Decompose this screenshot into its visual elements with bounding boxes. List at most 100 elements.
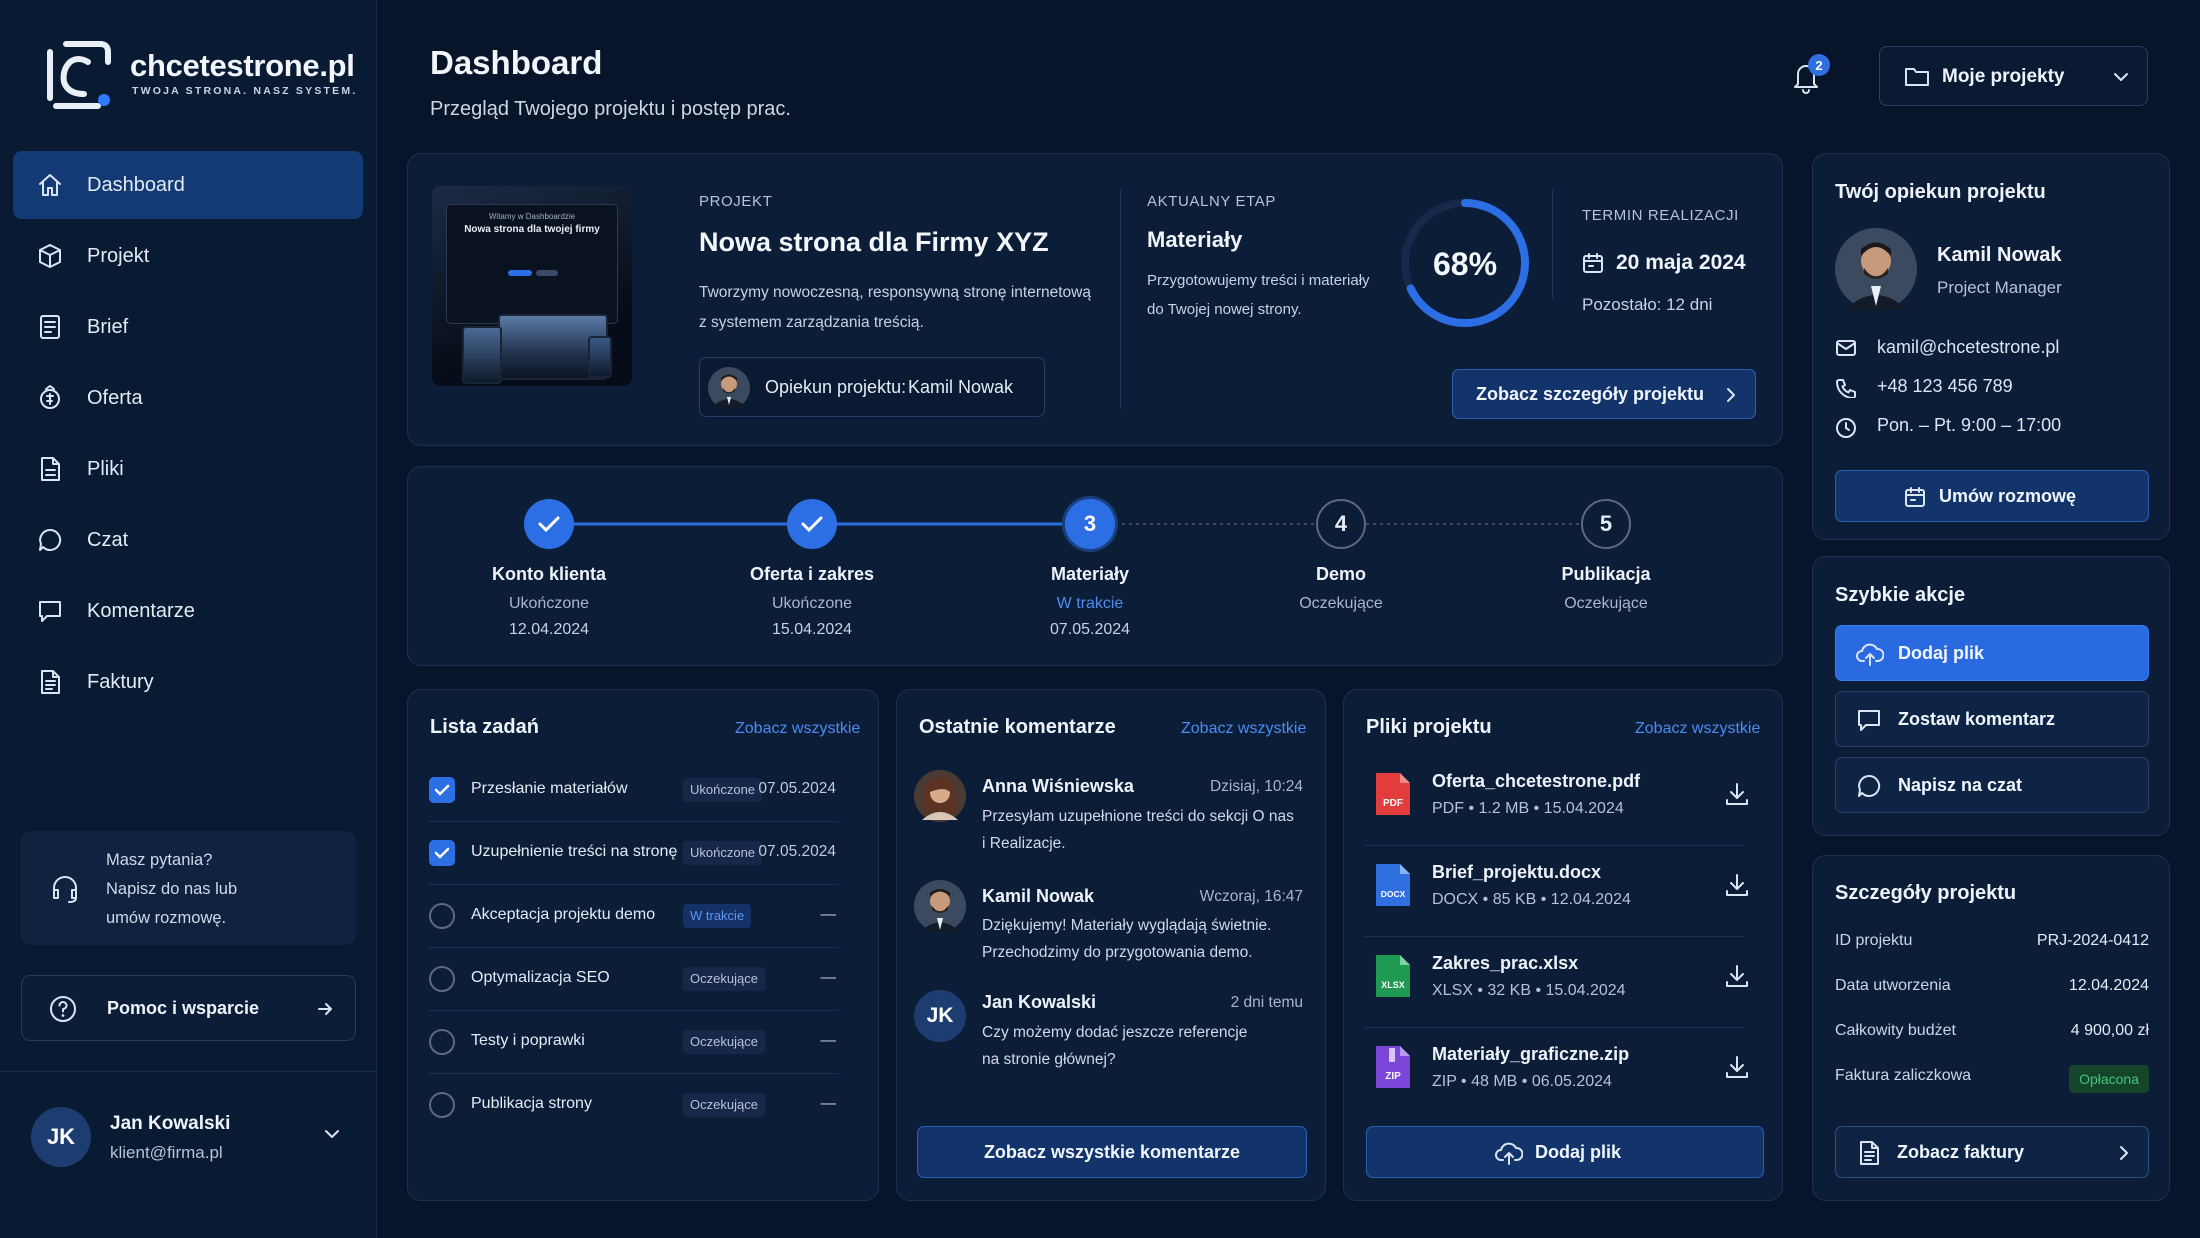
file-row[interactable]: ZIP Materiały_graficzne.zip ZIP • 48 MB … <box>1344 1028 1764 1118</box>
task-status-badge: Ukończone <box>683 841 763 865</box>
brand-tagline: TWOJA STRONA. NASZ SYSTEM. <box>132 85 358 97</box>
sidebar-item-komentarze[interactable]: Komentarze <box>13 577 363 645</box>
task-date: 07.05.2024 <box>758 780 836 797</box>
task-list-card: Lista zadań Zobacz wszystkie Przesłanie … <box>407 689 879 1201</box>
see-all-tasks-link[interactable]: Zobacz wszystkie <box>735 720 860 738</box>
task-name: Akceptacja projektu demo <box>471 906 656 923</box>
task-name: Publikacja strony <box>471 1095 592 1112</box>
file-row[interactable]: DOCX Brief_projektu.docx DOCX • 85 KB • … <box>1344 846 1764 936</box>
task-row[interactable]: Publikacja strony Oczekujące — <box>408 1074 858 1136</box>
deadline-remaining: Pozostało: 12 dni <box>1582 295 1713 314</box>
task-row[interactable]: Przesłanie materiałów Ukończone 07.05.20… <box>408 759 858 821</box>
task-name: Testy i poprawki <box>471 1032 585 1049</box>
sidebar-item-dashboard[interactable]: Dashboard <box>13 151 363 219</box>
step-status: Oczekujące <box>1299 595 1383 612</box>
sidebar-item-projekt[interactable]: Projekt <box>13 222 363 290</box>
avatar <box>708 367 750 409</box>
sidebar-item-oferta[interactable]: Oferta <box>13 364 363 432</box>
file-meta: ZIP • 48 MB • 06.05.2024 <box>1432 1073 1612 1090</box>
progress-stepper: Konto klienta Ukończone 12.04.2024 Ofert… <box>407 466 1783 666</box>
quick-actions-card: Szybkie akcje Dodaj plik Zostaw komentar… <box>1812 556 2170 836</box>
project-select-label: Moje projekty <box>1942 66 2065 87</box>
detail-key: ID projektu <box>1835 932 1913 949</box>
file-meta: PDF • 1.2 MB • 15.04.2024 <box>1432 800 1624 817</box>
sidebar-item-label: Oferta <box>87 386 143 409</box>
detail-key: Faktura zaliczkowa <box>1835 1067 1972 1084</box>
support-button[interactable]: Pomoc i wsparcie <box>21 975 356 1041</box>
step-number: 5 <box>1581 499 1631 549</box>
see-all-comments-link[interactable]: Zobacz wszystkie <box>1181 720 1306 738</box>
step-date: 15.04.2024 <box>771 621 853 638</box>
avatar <box>914 880 966 932</box>
chevron-right-icon <box>1726 387 1736 403</box>
help-line: Masz pytania? <box>106 851 213 869</box>
download-icon[interactable] <box>1724 781 1750 807</box>
divider <box>1552 189 1553 299</box>
comments-card: Ostatnie komentarze Zobacz wszystkie Ann… <box>896 689 1326 1201</box>
file-meta: DOCX • 85 KB • 12.04.2024 <box>1432 891 1631 908</box>
task-date: — <box>820 1032 837 1049</box>
checkbox-checked-icon[interactable] <box>429 840 455 866</box>
task-row[interactable]: Testy i poprawki Oczekujące — <box>408 1011 858 1073</box>
checkbox-icon[interactable] <box>429 1092 455 1118</box>
progress-percent: 68% <box>1432 246 1498 282</box>
divider <box>0 1071 377 1072</box>
sidebar-item-label: Komentarze <box>87 599 195 622</box>
task-status-badge: Oczekujące <box>683 1030 765 1054</box>
stage-desc-line: Przygotowujemy treści i materiały <box>1147 272 1370 289</box>
project-select[interactable]: Moje projekty <box>1879 46 2148 106</box>
chevron-down-icon[interactable] <box>323 1128 341 1140</box>
sidebar-item-brief[interactable]: Brief <box>13 293 363 361</box>
detail-row: Data utworzenia 12.04.2024 <box>1835 977 2149 1007</box>
step-label: Materiały <box>1050 564 1130 584</box>
sidebar-item-faktury[interactable]: Faktury <box>13 648 363 716</box>
sidebar-item-pliki[interactable]: Pliki <box>13 435 363 503</box>
comment-line: i Realizacje. <box>982 835 1066 852</box>
file-name: Materiały_graficzne.zip <box>1432 1044 1630 1064</box>
comment-line: Przesyłam uzupełnione treści do sekcji O… <box>982 808 1294 825</box>
see-invoices-button[interactable]: Zobacz faktury <box>1835 1126 2149 1178</box>
see-all-files-link[interactable]: Zobacz wszystkie <box>1635 720 1760 738</box>
task-row[interactable]: Akceptacja projektu demo W trakcie — <box>408 885 858 947</box>
file-name: Brief_projektu.docx <box>1432 862 1602 882</box>
zip-file-icon: ZIP <box>1374 1044 1412 1090</box>
task-row[interactable]: Optymalizacja SEO Oczekujące — <box>408 948 858 1010</box>
manager-chip[interactable]: Opiekun projektu: Kamil Nowak <box>699 357 1045 417</box>
checkbox-icon[interactable] <box>429 966 455 992</box>
quick-chat-button[interactable]: Napisz na czat <box>1835 757 2149 813</box>
page-title: Dashboard <box>430 44 603 81</box>
comment-time: Wczoraj, 16:47 <box>1199 888 1303 905</box>
task-row[interactable]: Uzupełnienie treści na stronę Ukończone … <box>408 822 858 884</box>
checkbox-icon[interactable] <box>429 903 455 929</box>
file-row[interactable]: PDF Oferta_chcetestrone.pdf PDF • 1.2 MB… <box>1344 755 1764 845</box>
add-file-button[interactable]: Dodaj plik <box>1366 1126 1764 1178</box>
comment-line: na stronie głównej? <box>982 1051 1116 1068</box>
project-desc-line: z systemem zarządzania treścią. <box>699 314 924 331</box>
project-details-button[interactable]: Zobacz szczegóły projektu <box>1452 369 1756 419</box>
project-preview-image: Witamy w Dashboardzie Nowa strona dla tw… <box>432 186 632 386</box>
user-email: klient@firma.pl <box>110 1143 223 1162</box>
detail-row: Faktura zaliczkowa Opłacona <box>1835 1065 2149 1097</box>
schedule-call-button[interactable]: Umów rozmowę <box>1835 470 2149 522</box>
quick-add-file-button[interactable]: Dodaj plik <box>1835 625 2149 681</box>
sidebar: chcetestrone.pl TWOJA STRONA. NASZ SYSTE… <box>0 0 377 1238</box>
svg-text:XLSX: XLSX <box>1381 980 1405 990</box>
download-icon[interactable] <box>1724 872 1750 898</box>
download-icon[interactable] <box>1724 963 1750 989</box>
mail-icon <box>1836 340 1856 356</box>
checkbox-icon[interactable] <box>429 1029 455 1055</box>
download-icon[interactable] <box>1724 1054 1750 1080</box>
brand-name: chcetestrone.pl <box>130 48 355 83</box>
sidebar-item-czat[interactable]: Czat <box>13 506 363 574</box>
see-all-comments-button[interactable]: Zobacz wszystkie komentarze <box>917 1126 1307 1178</box>
comment-author: Kamil Nowak <box>982 886 1095 906</box>
manager-email-text: kamil@chcetestrone.pl <box>1877 337 2060 357</box>
file-name: Oferta_chcetestrone.pdf <box>1432 771 1641 791</box>
help-box: Masz pytania? Napisz do nas lub umów roz… <box>21 831 356 945</box>
question-icon <box>48 994 78 1024</box>
quick-comment-button[interactable]: Zostaw komentarz <box>1835 691 2149 747</box>
phone-icon <box>1836 379 1856 398</box>
checkbox-checked-icon[interactable] <box>429 777 455 803</box>
file-row[interactable]: XLSX Zakres_prac.xlsx XLSX • 32 KB • 15.… <box>1344 937 1764 1027</box>
svg-text:ZIP: ZIP <box>1385 1071 1401 1082</box>
